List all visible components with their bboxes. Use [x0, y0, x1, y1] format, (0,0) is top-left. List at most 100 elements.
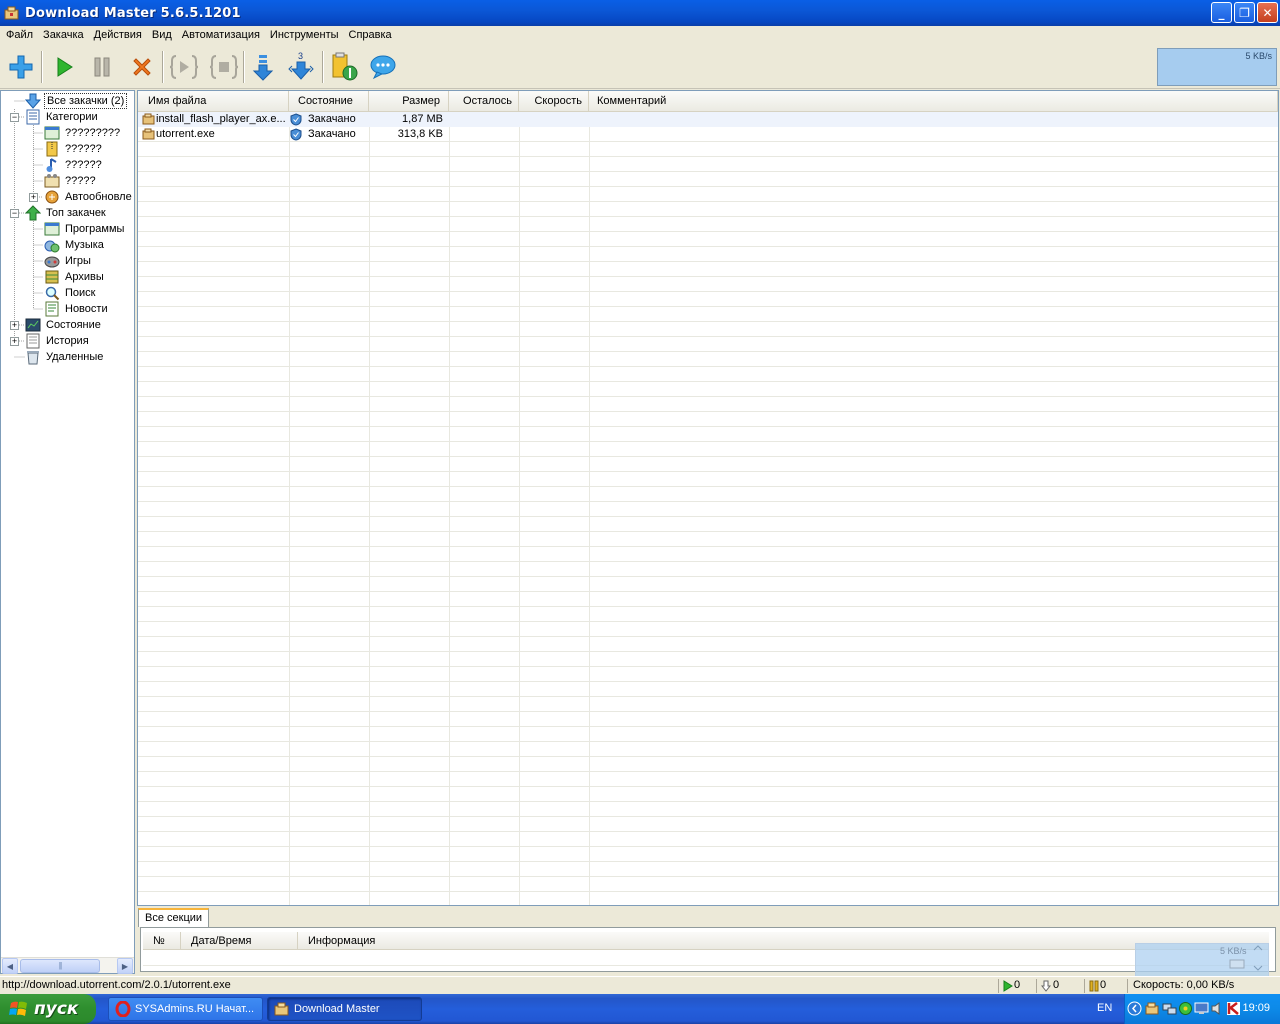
stop-all-button[interactable]	[207, 49, 241, 85]
antivirus-tray-icon[interactable]	[1226, 1001, 1241, 1016]
start-all-button[interactable]	[167, 49, 201, 85]
menu-view[interactable]: Вид	[147, 26, 177, 45]
tree-item-deleted[interactable]: Удаленные	[25, 349, 105, 365]
tree-item-news[interactable]: Новости	[44, 301, 110, 317]
tree-item-top-downloads[interactable]: Топ закачек	[25, 205, 108, 221]
menu-file[interactable]: Файл	[1, 26, 38, 45]
menu-download[interactable]: Закачка	[38, 26, 89, 45]
sections-table[interactable]: № Дата/Время Информация	[140, 927, 1276, 972]
tree-item-all-downloads[interactable]: Все закачки (2)	[25, 93, 128, 109]
scroll-right-button[interactable]: ▶	[117, 958, 133, 974]
title-bar[interactable]: Download Master 5.6.5.1201 _ ❐ ✕	[0, 0, 1280, 26]
cell-filename: install_flash_player_ax.e...	[156, 113, 286, 125]
program-window-icon	[44, 222, 60, 236]
tree-item-search[interactable]: Поиск	[44, 285, 97, 301]
maximize-button[interactable]: ❐	[1234, 2, 1255, 23]
column-number[interactable]: №	[143, 932, 181, 950]
column-filename[interactable]: Имя файла	[138, 91, 289, 112]
monitor-tray-icon[interactable]	[1194, 1001, 1209, 1016]
column-comment[interactable]: Комментарий	[589, 91, 1278, 112]
column-size[interactable]: Размер	[369, 91, 449, 112]
speed-graph[interactable]: 5 KB/s	[1157, 48, 1277, 86]
sections-panel: Все секции № Дата/Время Информация	[137, 907, 1279, 974]
column-datetime[interactable]: Дата/Время	[181, 932, 298, 950]
add-download-button[interactable]	[4, 49, 38, 85]
close-button[interactable]: ✕	[1257, 2, 1278, 23]
window-title: Download Master 5.6.5.1201	[25, 5, 241, 21]
tree-item-categories[interactable]: Категории	[25, 109, 100, 125]
options-button[interactable]	[327, 49, 361, 85]
expander-status[interactable]: +	[10, 321, 19, 330]
table-row[interactable]: install_flash_player_ax.e... Закачано 1,…	[138, 112, 1278, 127]
tree-item-programs[interactable]: Программы	[44, 221, 126, 237]
expander-history[interactable]: +	[10, 337, 19, 346]
cell-speed	[519, 127, 583, 142]
arrow-down-icon	[252, 55, 274, 81]
scroll-left-button[interactable]: ◀	[2, 958, 18, 974]
tree-item-archives[interactable]: Архивы	[44, 269, 106, 285]
start-button[interactable]	[47, 49, 81, 85]
language-indicator[interactable]: EN	[1097, 1002, 1112, 1014]
download-queue-button[interactable]: 3	[284, 49, 318, 85]
taskbar-item-opera[interactable]: SYSAdmins.RU Начат...	[108, 997, 263, 1021]
tree-item-label: ?????????	[65, 127, 121, 139]
column-remaining[interactable]: Осталось	[449, 91, 519, 112]
pause-button[interactable]	[85, 49, 119, 85]
download-master-tray-icon[interactable]	[1145, 1001, 1160, 1016]
expander-top-downloads[interactable]: −	[10, 209, 19, 218]
download-list[interactable]: Имя файла Состояние Размер Осталось Скор…	[137, 90, 1279, 906]
cell-status: Закачано	[308, 113, 356, 125]
tree-item-label: Категории	[46, 111, 98, 123]
column-speed[interactable]: Скорость	[519, 91, 589, 112]
tray-expand-icon[interactable]	[1127, 1001, 1142, 1016]
clock[interactable]: 19:09	[1242, 1002, 1270, 1014]
tree-item-category-1[interactable]: ?????????	[44, 125, 122, 141]
history-icon	[26, 333, 40, 349]
column-status[interactable]: Состояние	[289, 91, 369, 112]
menu-automation[interactable]: Автоматизация	[177, 26, 265, 45]
tab-all-sections[interactable]: Все секции	[138, 908, 210, 927]
start-label: пуск	[34, 999, 79, 1019]
category-tree[interactable]: − + − + + Все закачки (2) Категории ????…	[0, 90, 135, 974]
opera-icon	[115, 1001, 131, 1017]
completed-shield-icon	[290, 113, 302, 126]
start-button[interactable]: пуск	[0, 994, 96, 1024]
column-info[interactable]: Информация	[298, 932, 1269, 950]
tree-item-autoupdate[interactable]: Автообновле	[44, 189, 134, 205]
tree-item-category-4[interactable]: ?????	[44, 173, 98, 189]
chat-button[interactable]	[366, 49, 400, 85]
table-row[interactable]: utorrent.exe Закачано 313,8 KB	[138, 127, 1278, 142]
cell-remaining	[449, 127, 513, 142]
floating-widget-scroll-icon[interactable]	[1250, 934, 1266, 974]
file-icon	[142, 128, 155, 140]
tree-item-music[interactable]: Музыка	[44, 237, 106, 253]
icq-tray-icon[interactable]	[1178, 1001, 1193, 1016]
tree-item-category-2[interactable]: ??????	[44, 141, 104, 157]
volume-tray-icon[interactable]	[1210, 1001, 1225, 1016]
tree-item-history[interactable]: История	[25, 333, 91, 349]
search-icon	[45, 286, 60, 301]
status-speed: Скорость: 0,00 KB/s	[1133, 979, 1235, 991]
tree-item-status[interactable]: Состояние	[25, 317, 103, 333]
expander-autoupdate[interactable]: +	[29, 193, 38, 202]
scroll-thumb[interactable]: |||	[20, 959, 100, 973]
menu-actions[interactable]: Действия	[89, 26, 147, 45]
tree-item-label: ??????	[65, 143, 102, 155]
delete-button[interactable]	[125, 49, 159, 85]
status-active-count: 0	[1014, 979, 1021, 991]
network-tray-icon[interactable]	[1162, 1001, 1177, 1016]
download-button[interactable]	[246, 49, 280, 85]
menu-help[interactable]: Справка	[344, 26, 397, 45]
expander-categories[interactable]: −	[10, 113, 19, 122]
tree-horizontal-scrollbar[interactable]: ◀ ||| ▶	[1, 957, 134, 974]
cell-remaining	[449, 112, 513, 127]
menu-tools[interactable]: Инструменты	[265, 26, 344, 45]
sections-empty-row	[143, 951, 1269, 966]
tree-item-games[interactable]: Игры	[44, 253, 93, 269]
list-grid	[138, 112, 1278, 905]
floating-speed-widget[interactable]: 5 KB/s	[1135, 943, 1269, 979]
taskbar-item-download-master[interactable]: Download Master	[267, 997, 422, 1021]
taskbar-item-label: Download Master	[294, 1003, 380, 1015]
minimize-button[interactable]: _	[1211, 2, 1232, 23]
tree-item-category-3[interactable]: ??????	[44, 157, 104, 173]
